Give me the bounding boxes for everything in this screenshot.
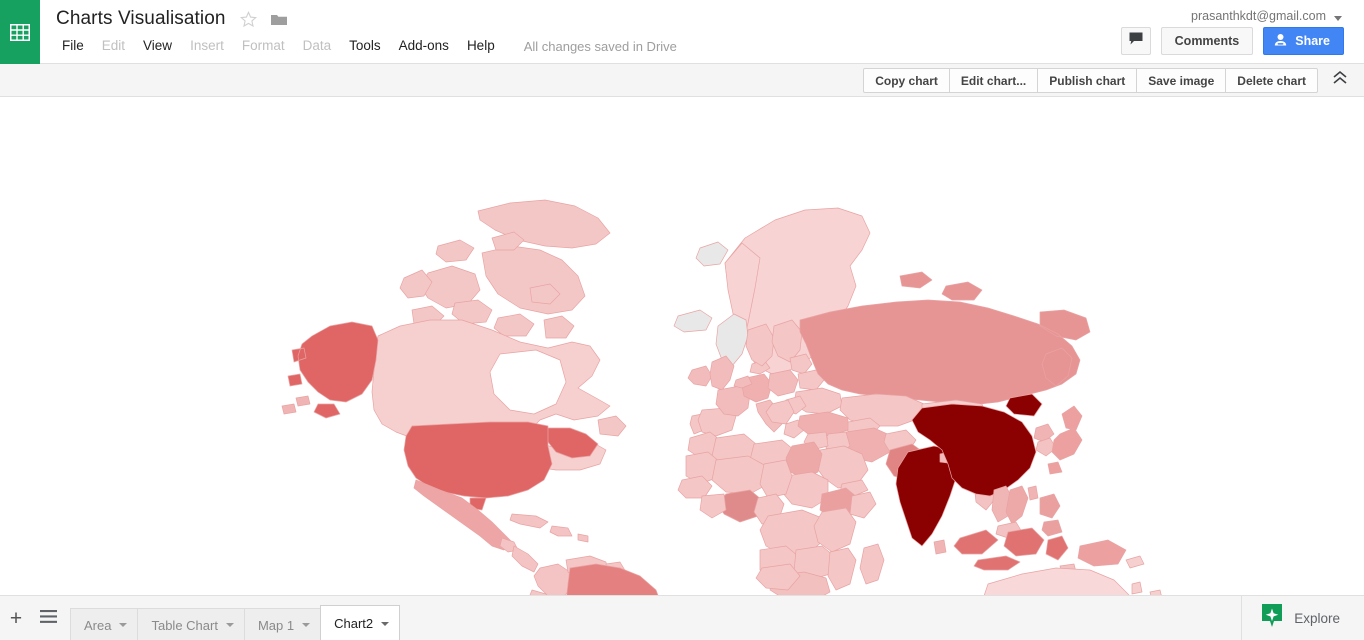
- geochart-world-map[interactable]: [0, 98, 1364, 595]
- menu-bar: File Edit View Insert Format Data Tools …: [56, 34, 677, 58]
- folder-icon[interactable]: [270, 12, 288, 27]
- menu-addons[interactable]: Add-ons: [390, 34, 458, 58]
- region-egypt: [785, 441, 823, 479]
- explore-diamond-icon: [1260, 603, 1284, 634]
- region-vanuatu: [1131, 581, 1143, 595]
- google-sheets-window: Charts Visualisation File Edit View Inse…: [0, 0, 1364, 640]
- chevron-down-icon[interactable]: [119, 623, 128, 627]
- chart-toolbar: Copy chart Edit chart... Publish chart S…: [0, 64, 1364, 97]
- sheets-logo[interactable]: [0, 0, 40, 64]
- header-actions: Comments Share: [1120, 27, 1344, 55]
- all-sheets-button[interactable]: [32, 596, 64, 640]
- double-chevron-up-icon: [1331, 70, 1349, 91]
- share-button-label: Share: [1295, 34, 1330, 48]
- menu-tools[interactable]: Tools: [340, 34, 390, 58]
- explore-label: Explore: [1294, 611, 1340, 626]
- publish-chart-button[interactable]: Publish chart: [1037, 68, 1138, 93]
- sheet-tab-chart2[interactable]: Chart2: [320, 605, 401, 640]
- explore-button[interactable]: Explore: [1260, 603, 1340, 634]
- chart-canvas[interactable]: [0, 98, 1364, 595]
- share-button[interactable]: Share: [1263, 27, 1344, 55]
- sheet-bar-left: + Area Table Chart Map 1 Chart2: [0, 596, 401, 640]
- menu-format: Format: [241, 38, 285, 53]
- save-status-text: All changes saved in Drive: [523, 38, 677, 54]
- chevron-down-icon[interactable]: [225, 623, 234, 627]
- comment-bubble-icon: [1128, 31, 1144, 51]
- page-title[interactable]: Charts Visualisation: [56, 6, 226, 32]
- chart-toolbar-buttons: Copy chart Edit chart... Publish chart S…: [863, 68, 1318, 93]
- region-srilanka: [933, 539, 947, 555]
- star-outline-icon[interactable]: [239, 10, 257, 28]
- app-header: Charts Visualisation File Edit View Inse…: [0, 0, 1364, 64]
- delete-chart-button[interactable]: Delete chart: [1225, 68, 1318, 93]
- comments-button[interactable]: Comments: [1160, 27, 1254, 55]
- sheet-tab-label: Map 1: [257, 617, 295, 633]
- menu-help[interactable]: Help: [458, 34, 504, 58]
- collapse-toolbar-button[interactable]: [1326, 68, 1354, 93]
- sheet-tab-map-1[interactable]: Map 1: [243, 608, 322, 640]
- menu-data: Data: [302, 38, 332, 53]
- document-title-row: Charts Visualisation: [56, 6, 288, 32]
- sheet-tabs: Area Table Chart Map 1 Chart2: [70, 596, 401, 640]
- save-image-button[interactable]: Save image: [1136, 68, 1227, 93]
- menu-edit: Edit: [101, 38, 126, 53]
- edit-chart-button[interactable]: Edit chart...: [948, 68, 1039, 93]
- region-taiwan: [1027, 485, 1039, 501]
- sheet-tab-label: Table Chart: [151, 617, 218, 633]
- chevron-down-icon[interactable]: [381, 621, 390, 626]
- explore-zone: Explore: [1241, 596, 1364, 640]
- menu-view[interactable]: View: [134, 34, 181, 58]
- sheet-bottom-bar: + Area Table Chart Map 1 Chart2 Explore: [0, 595, 1364, 640]
- plus-icon: +: [9, 607, 23, 630]
- sheet-tab-label: Chart2: [334, 616, 374, 631]
- person-add-icon: [1273, 33, 1288, 50]
- hamburger-list-icon: [39, 609, 57, 628]
- menu-file[interactable]: File: [56, 34, 93, 58]
- comment-bubble-button[interactable]: [1120, 27, 1151, 55]
- add-sheet-button[interactable]: +: [0, 596, 32, 640]
- chevron-down-icon[interactable]: [1334, 16, 1342, 21]
- sheets-grid-icon: [10, 23, 30, 41]
- account-email[interactable]: prasanthkdt@gmail.com: [1191, 9, 1326, 23]
- sheet-tab-table-chart[interactable]: Table Chart: [137, 608, 245, 640]
- sheet-tab-area[interactable]: Area: [70, 608, 139, 640]
- chart-background: [0, 98, 1364, 595]
- sheet-tab-label: Area: [84, 617, 112, 633]
- menu-insert: Insert: [190, 38, 224, 53]
- copy-chart-button[interactable]: Copy chart: [863, 68, 950, 93]
- chevron-down-icon[interactable]: [302, 623, 311, 627]
